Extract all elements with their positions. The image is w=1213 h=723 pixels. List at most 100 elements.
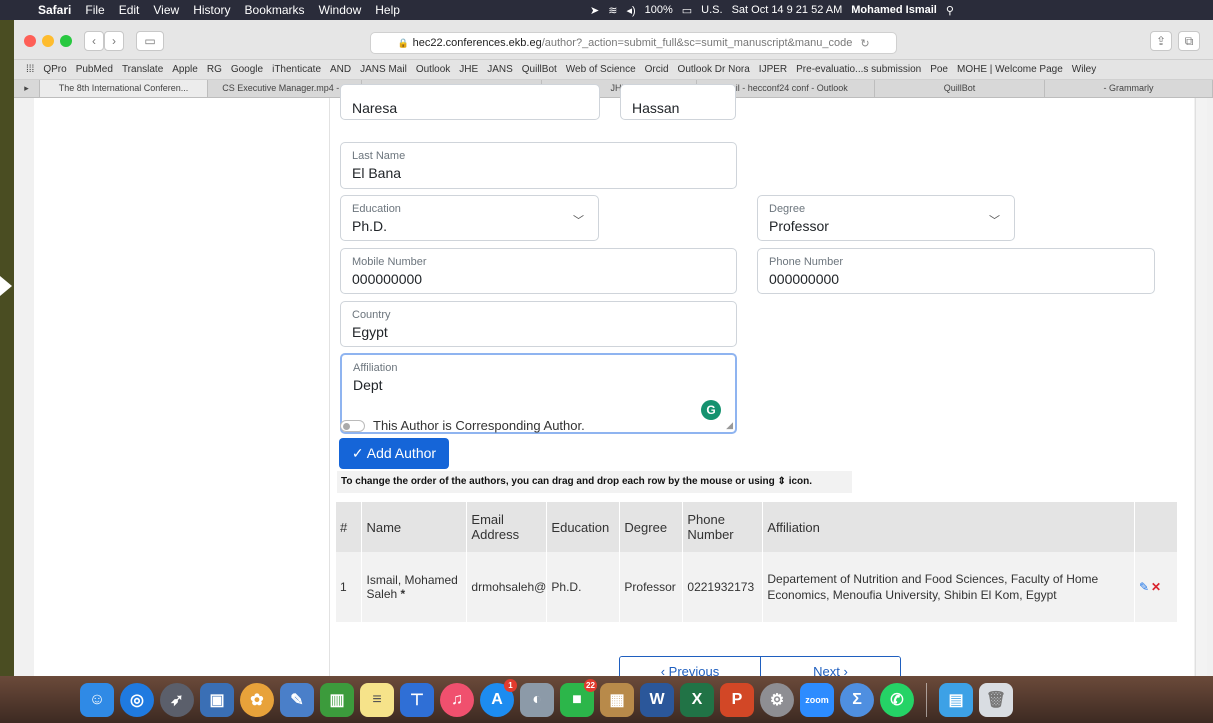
minimize-window-icon[interactable] <box>42 35 54 47</box>
author-name: Ismail, Mohamed Saleh <box>366 573 458 601</box>
grammarly-icon[interactable]: G <box>701 400 721 420</box>
bookmark-item[interactable]: MOHE | Welcome Page <box>957 64 1063 75</box>
menu-edit[interactable]: Edit <box>119 3 140 17</box>
menu-window[interactable]: Window <box>319 3 362 17</box>
numbers-icon[interactable]: ▥ <box>320 682 354 717</box>
mobile-value: 000000000 <box>352 271 423 287</box>
downloads-folder-icon[interactable]: ▤ <box>939 682 973 717</box>
spotlight-icon[interactable]: ⚲ <box>946 4 954 17</box>
user-name[interactable]: Mohamed Ismail <box>851 4 937 16</box>
bookmark-item[interactable]: iThenticate <box>272 64 321 75</box>
archive-utility-icon[interactable]: ▦ <box>600 682 634 717</box>
bookmark-item[interactable]: Orcid <box>645 64 669 75</box>
first-name-field[interactable]: Naresa <box>340 84 600 120</box>
degree-select[interactable]: Degree Professor ﹀ <box>757 195 1015 241</box>
sidebar-tabs-icon[interactable]: ▸ <box>14 80 40 97</box>
mobile-number-field[interactable]: Mobile Number 000000000 <box>340 248 737 294</box>
bookmark-item[interactable]: RG <box>207 64 222 75</box>
math-equations-icon[interactable]: Σ <box>840 682 874 717</box>
bookmark-item[interactable]: Pre-evaluatio...s submission <box>796 64 921 75</box>
bookmark-item[interactable]: JANS Mail <box>360 64 407 75</box>
wifi-icon[interactable]: ≋ <box>608 4 617 17</box>
back-icon[interactable]: ‹ <box>84 31 104 51</box>
col-actions <box>1134 502 1179 552</box>
menu-history[interactable]: History <box>193 3 230 17</box>
corresponding-author-toggle[interactable] <box>340 419 365 432</box>
menu-view[interactable]: View <box>153 3 179 17</box>
zoom-icon[interactable]: zoom <box>800 682 834 717</box>
keynote-icon[interactable]: ⊤ <box>400 682 434 717</box>
menu-file[interactable]: File <box>85 3 104 17</box>
bookmark-item[interactable]: Outlook <box>416 64 450 75</box>
last-name-label: Last Name <box>352 150 406 162</box>
input-source[interactable]: U.S. <box>701 4 722 16</box>
tab-quillbot[interactable]: QuillBot <box>875 80 1045 97</box>
volume-icon[interactable]: ◂) <box>626 4 635 17</box>
bookmark-item[interactable]: Apple <box>172 64 198 75</box>
bookmark-item[interactable]: QuillBot <box>522 64 557 75</box>
page-scrollbar[interactable] <box>1195 98 1207 676</box>
middle-name-field[interactable]: Hassan <box>620 84 736 120</box>
tabs-overview-icon[interactable]: ⧉ <box>1178 31 1200 51</box>
tab-grammarly[interactable]: - Grammarly <box>1045 80 1213 97</box>
top-sites-icon[interactable]: ⁞⁞⁞ <box>26 64 34 75</box>
menu-bookmarks[interactable]: Bookmarks <box>245 3 305 17</box>
whatsapp-icon[interactable]: ✆ <box>880 682 914 717</box>
word-icon[interactable]: W <box>640 682 674 717</box>
battery-percent[interactable]: 100% <box>645 4 673 16</box>
menu-help[interactable]: Help <box>375 3 400 17</box>
music-icon[interactable]: ♫ <box>440 682 474 717</box>
bookmark-item[interactable]: Translate <box>122 64 163 75</box>
bookmark-item[interactable]: Web of Science <box>566 64 636 75</box>
bookmark-item[interactable]: Outlook Dr Nora <box>678 64 750 75</box>
country-field[interactable]: Country Egypt <box>340 301 737 347</box>
safari-icon[interactable]: ◎ <box>120 682 154 717</box>
launchpad-icon[interactable]: ➶ <box>160 682 194 717</box>
bookmark-item[interactable]: QPro <box>43 64 66 75</box>
next-button[interactable]: Next › <box>760 657 900 676</box>
tab-conference[interactable]: The 8th International Conferen... <box>40 80 208 97</box>
bookmark-item[interactable]: JANS <box>487 64 513 75</box>
trash-icon[interactable]: 🗑 <box>979 682 1013 717</box>
bookmark-item[interactable]: AND <box>330 64 351 75</box>
location-icon[interactable]: ➤ <box>590 4 599 17</box>
image-capture-icon[interactable]: ◐ <box>520 682 554 717</box>
edit-icon[interactable]: ✎ <box>1139 580 1149 594</box>
previous-button[interactable]: ‹ Previous <box>620 657 760 676</box>
education-select[interactable]: Education Ph.D. ﹀ <box>340 195 599 241</box>
authors-table: # Name Email Address Education Degree Ph… <box>336 502 1179 622</box>
education-value: Ph.D. <box>352 218 388 234</box>
notes-icon[interactable]: ≡ <box>360 682 394 717</box>
textedit-icon[interactable]: ✎ <box>280 682 314 717</box>
sidebar-toggle-icon[interactable]: ▭ <box>136 31 164 51</box>
phone-number-field[interactable]: Phone Number 000000000 <box>757 248 1155 294</box>
system-preferences-icon[interactable]: ⚙ <box>760 682 794 717</box>
table-row[interactable]: 1 Ismail, Mohamed Saleh * drmohsaleh@ Ph… <box>336 552 1179 622</box>
address-bar[interactable]: 🔒 hec22.conferences.ekb.eg /author?_acti… <box>370 32 897 54</box>
finder-icon[interactable]: ☺ <box>80 682 114 717</box>
last-name-field[interactable]: Last Name El Bana <box>340 142 737 189</box>
reload-icon[interactable]: ↻ <box>860 37 869 50</box>
tab-cs-executive[interactable]: CS Executive Manager.mp4 -... <box>208 80 362 97</box>
app-menu[interactable]: Safari <box>38 3 71 17</box>
clock[interactable]: Sat Oct 14 9 21 52 AM <box>732 4 843 16</box>
zoom-window-icon[interactable] <box>60 35 72 47</box>
powerpoint-icon[interactable]: P <box>720 682 754 717</box>
app-store-icon[interactable]: A1 <box>480 678 517 717</box>
delete-icon[interactable]: ✕ <box>1151 580 1161 594</box>
share-icon[interactable]: ⇪ <box>1150 31 1172 51</box>
bookmark-item[interactable]: Google <box>231 64 263 75</box>
photos-icon[interactable]: ✿ <box>240 682 274 717</box>
forward-icon[interactable]: › <box>104 31 124 51</box>
bookmark-item[interactable]: Poe <box>930 64 948 75</box>
bookmark-item[interactable]: PubMed <box>76 64 113 75</box>
close-window-icon[interactable] <box>24 35 36 47</box>
add-author-button[interactable]: ✓ Add Author <box>339 438 449 469</box>
excel-icon[interactable]: X <box>680 682 714 717</box>
preview-icon[interactable]: ▣ <box>200 682 234 717</box>
bookmark-item[interactable]: JHE <box>459 64 478 75</box>
resize-handle-icon[interactable]: ◢ <box>726 420 733 431</box>
bookmark-item[interactable]: IJPER <box>759 64 787 75</box>
bookmark-item[interactable]: Wiley <box>1072 64 1096 75</box>
facetime-icon[interactable]: ■ 22 <box>560 678 597 717</box>
